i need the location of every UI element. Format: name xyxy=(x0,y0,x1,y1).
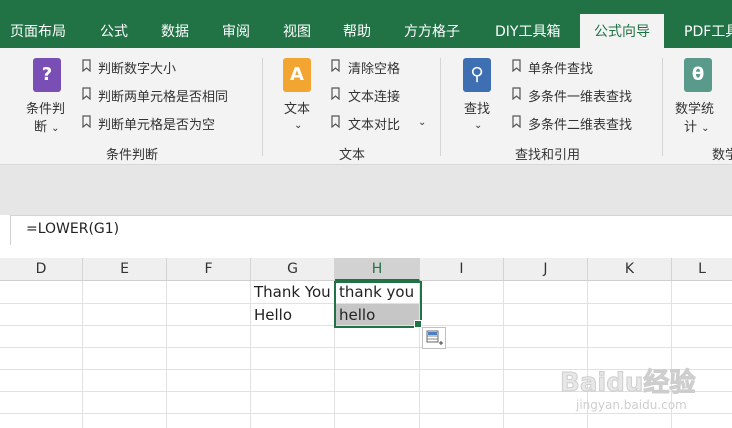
quick-analysis-button[interactable] xyxy=(422,327,446,349)
lookup-button[interactable]: 查找 xyxy=(464,98,490,117)
single-condition-lookup-button[interactable]: 单条件查找 xyxy=(528,58,593,77)
multi-condition-1d-lookup-button[interactable]: 多条件一维表查找 xyxy=(528,86,632,105)
math-stats-button-line1[interactable]: 数学统 xyxy=(675,98,714,117)
text-a-book-icon: A xyxy=(283,58,311,92)
math-stats-button[interactable]: 计 ⌄ xyxy=(684,116,710,135)
bookmark-icon xyxy=(512,115,521,128)
math-stats-button-line2: 计 xyxy=(684,120,698,135)
column-header-f[interactable]: F xyxy=(167,258,251,280)
chevron-down-icon: ⌄ xyxy=(701,123,710,134)
bookmark-icon xyxy=(512,87,521,100)
column-header-l[interactable]: L xyxy=(672,258,732,280)
column-header-e[interactable]: E xyxy=(83,258,167,280)
quick-analysis-icon xyxy=(426,330,443,345)
text-join-button[interactable]: 文本连接 xyxy=(348,86,400,105)
tab-data[interactable]: 数据 xyxy=(161,20,189,44)
search-book-icon: ⚲ xyxy=(463,58,491,92)
chevron-down-icon: ⌄ xyxy=(294,120,303,131)
tab-fangfang-gezi[interactable]: 方方格子 xyxy=(404,20,460,44)
fill-handle[interactable] xyxy=(414,320,422,328)
multi-condition-2d-lookup-button[interactable]: 多条件二维表查找 xyxy=(528,114,632,133)
group-label-condition: 条件判断 xyxy=(106,148,159,163)
watermark: Baidu经验 jingyan.baidu.com xyxy=(559,346,730,426)
clear-spaces-button[interactable]: 清除空格 xyxy=(348,58,400,77)
column-header-i[interactable]: I xyxy=(420,258,504,280)
bookmark-icon xyxy=(82,87,91,100)
grid-gap xyxy=(0,246,732,258)
question-book-icon: ? xyxy=(33,58,61,92)
group-separator xyxy=(262,58,263,156)
tab-formulas[interactable]: 公式 xyxy=(100,20,128,44)
judge-number-size-button[interactable]: 判断数字大小 xyxy=(98,58,176,77)
tab-diy-toolbox[interactable]: DIY工具箱 xyxy=(495,20,560,44)
group-label-lookup: 查找和引用 xyxy=(515,148,581,163)
bookmark-icon xyxy=(331,87,340,100)
group-separator xyxy=(440,58,441,156)
judge-cell-empty-button[interactable]: 判断单元格是否为空 xyxy=(98,114,215,133)
bookmark-icon xyxy=(82,59,91,72)
watermark-logo: Baidu经验 xyxy=(559,368,696,399)
chevron-down-icon[interactable]: ⌄ xyxy=(418,117,426,128)
cell-g2[interactable]: Hello xyxy=(254,306,292,324)
tab-formula-wizard[interactable]: 公式向导 xyxy=(580,14,664,50)
toolbar-band xyxy=(0,165,732,215)
formula-input[interactable]: =LOWER(G1) xyxy=(26,221,119,237)
condition-button-line2: 断 xyxy=(34,120,48,135)
bookmark-icon xyxy=(331,115,340,128)
selection-border xyxy=(334,281,422,328)
judge-two-cells-same-button[interactable]: 判断两单元格是否相同 xyxy=(98,86,228,105)
column-header-h[interactable]: H xyxy=(335,258,420,281)
tab-view[interactable]: 视图 xyxy=(283,20,311,44)
bookmark-icon xyxy=(82,115,91,128)
column-header-j[interactable]: J xyxy=(504,258,588,280)
bookmark-icon xyxy=(512,59,521,72)
chevron-down-icon: ⌄ xyxy=(474,120,483,131)
group-separator xyxy=(662,58,663,156)
tab-pdf-tools[interactable]: PDF工具 xyxy=(684,20,732,44)
cell-g1[interactable]: Thank You xyxy=(254,283,331,301)
tab-help[interactable]: 帮助 xyxy=(343,20,371,44)
tab-review[interactable]: 审阅 xyxy=(222,20,250,44)
bookmark-icon xyxy=(331,59,340,72)
watermark-url: jingyan.baidu.com xyxy=(576,398,687,412)
column-header-k[interactable]: K xyxy=(588,258,672,280)
theta-book-icon: θ xyxy=(684,58,712,92)
tab-page-layout[interactable]: 页面布局 xyxy=(10,20,66,44)
group-label-text: 文本 xyxy=(339,148,366,163)
condition-button-line1[interactable]: 条件判 xyxy=(26,98,65,117)
chevron-down-icon: ⌄ xyxy=(51,123,60,134)
text-compare-button[interactable]: 文本对比 xyxy=(348,114,400,133)
column-header-g[interactable]: G xyxy=(251,258,335,280)
condition-button[interactable]: 断 ⌄ xyxy=(34,116,60,135)
group-label-math: 数学 xyxy=(712,148,732,163)
text-button[interactable]: 文本 xyxy=(284,98,310,117)
name-box[interactable] xyxy=(0,215,11,245)
column-header-d[interactable]: D xyxy=(0,258,83,280)
